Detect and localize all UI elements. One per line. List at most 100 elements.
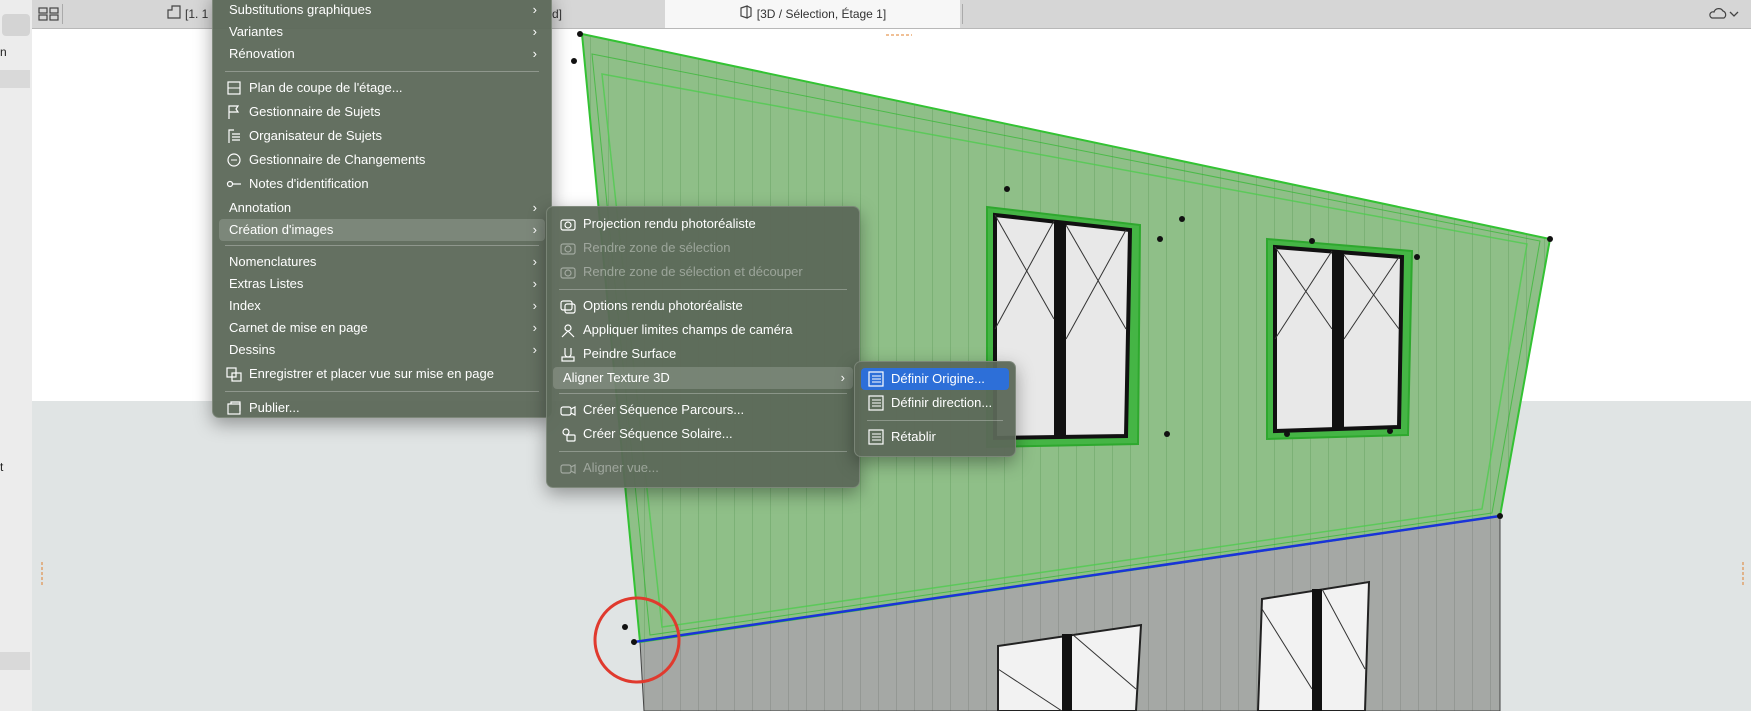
chevron-right-icon: › bbox=[532, 2, 537, 17]
menu-item-photorender-options[interactable]: Options rendu photoréaliste bbox=[553, 295, 853, 317]
menu-item-label: Création d'images bbox=[229, 222, 334, 237]
menu-item-label: Projection rendu photoréaliste bbox=[583, 216, 756, 231]
menu-item-floor-plan-cut[interactable]: Plan de coupe de l'étage... bbox=[219, 77, 545, 99]
menu-item-paint-surface[interactable]: Peindre Surface bbox=[553, 343, 853, 365]
menu-item-label: Peindre Surface bbox=[583, 346, 677, 361]
align-view-icon bbox=[560, 460, 576, 476]
menu-item-label: Définir direction... bbox=[891, 395, 993, 410]
menu-item-set-direction[interactable]: Définir direction... bbox=[861, 392, 1009, 414]
menu-item-layout-book[interactable]: Carnet de mise en page › bbox=[219, 317, 545, 339]
left-toolbox-strip: n t bbox=[0, 0, 33, 711]
floor-plan-icon bbox=[167, 1, 181, 29]
chevron-right-icon: › bbox=[532, 276, 537, 291]
align-texture-submenu: Définir Origine... Définir direction... … bbox=[854, 361, 1016, 457]
menu-separator bbox=[225, 391, 539, 392]
image-creation-submenu: Projection rendu photoréaliste Rendre zo… bbox=[546, 206, 860, 488]
menu-item-image-creation[interactable]: Création d'images › bbox=[219, 219, 545, 241]
menu-item-label: Notes d'identification bbox=[249, 176, 369, 191]
menu-item-reset[interactable]: Rétablir bbox=[861, 426, 1009, 448]
menu-item-label: Rendre zone de sélection et découper bbox=[583, 264, 803, 279]
cloud-sync-icon[interactable] bbox=[1708, 6, 1746, 22]
chevron-right-icon: › bbox=[532, 254, 537, 269]
menu-item-walkthrough-sequence[interactable]: Créer Séquence Parcours... bbox=[553, 399, 853, 421]
document-menu: Substitutions graphiques › Variantes › Rén… bbox=[212, 0, 552, 418]
menu-item-label: Définir Origine... bbox=[891, 371, 985, 386]
texture-origin-icon bbox=[868, 371, 884, 387]
menu-separator bbox=[225, 245, 539, 246]
menu-item-design-options[interactable]: Variantes › bbox=[219, 21, 545, 43]
toolbox-row-highlight[interactable] bbox=[0, 70, 30, 88]
menu-item-render-selection: Rendre zone de sélection bbox=[553, 237, 853, 259]
menu-item-extra-lists[interactable]: Extras Listes › bbox=[219, 273, 545, 295]
toolbox-row-highlight[interactable] bbox=[0, 652, 30, 670]
menu-item-schedules[interactable]: Nomenclatures › bbox=[219, 251, 545, 273]
menu-item-label: Aligner Texture 3D bbox=[563, 370, 670, 385]
walkthrough-icon bbox=[560, 402, 576, 418]
publish-icon bbox=[226, 400, 242, 416]
menu-item-label: Rénovation bbox=[229, 46, 295, 61]
3d-window-icon bbox=[739, 1, 753, 29]
menu-item-issue-manager[interactable]: Gestionnaire de Sujets bbox=[219, 101, 545, 123]
texture-reset-icon bbox=[868, 429, 884, 445]
menu-item-change-manager[interactable]: Gestionnaire de Changements bbox=[219, 149, 545, 171]
toolbox-label-fragment: n bbox=[0, 45, 7, 59]
chevron-right-icon: › bbox=[532, 298, 537, 313]
menu-separator bbox=[867, 420, 1003, 421]
menu-item-label: Substitutions graphiques bbox=[229, 2, 372, 17]
menu-item-index[interactable]: Index › bbox=[219, 295, 545, 317]
chevron-right-icon: › bbox=[532, 200, 537, 215]
chevron-right-icon: › bbox=[532, 46, 537, 61]
upper-window[interactable] bbox=[1266, 237, 1414, 441]
menu-item-label: Extras Listes bbox=[229, 276, 304, 291]
chevron-right-icon: › bbox=[840, 370, 845, 385]
menu-item-label: Carnet de mise en page bbox=[229, 320, 368, 335]
menu-item-label: Variantes bbox=[229, 24, 283, 39]
menu-item-label: Index bbox=[229, 298, 261, 313]
menu-item-id-notes[interactable]: Notes d'identification bbox=[219, 173, 545, 195]
camera-icon bbox=[560, 216, 576, 232]
paint-icon bbox=[560, 346, 576, 362]
chevron-right-icon: › bbox=[532, 222, 537, 237]
lower-window[interactable] bbox=[1256, 580, 1371, 711]
menu-item-set-origin[interactable]: Définir Origine... bbox=[861, 368, 1009, 390]
menu-item-photorender-projection[interactable]: Projection rendu photoréaliste bbox=[553, 213, 853, 235]
menu-item-label: Options rendu photoréaliste bbox=[583, 298, 743, 313]
id-note-icon bbox=[226, 176, 242, 192]
tab-3d-selection[interactable]: [3D / Sélection, Étage 1] bbox=[665, 0, 960, 28]
menu-item-annotation[interactable]: Annotation › bbox=[219, 197, 545, 219]
texture-direction-icon bbox=[868, 395, 884, 411]
toolbox-button[interactable] bbox=[2, 14, 30, 36]
menu-item-label: Nomenclatures bbox=[229, 254, 317, 269]
menu-separator bbox=[225, 71, 539, 72]
menu-item-publish[interactable]: Publier... bbox=[219, 397, 545, 419]
menu-item-label: Publier... bbox=[249, 400, 300, 415]
menu-separator bbox=[559, 289, 847, 290]
menu-item-align-3d-texture[interactable]: Aligner Texture 3D › bbox=[553, 367, 853, 389]
menu-item-sun-study-sequence[interactable]: Créer Séquence Solaire... bbox=[553, 423, 853, 445]
menu-item-label: Aligner vue... bbox=[583, 460, 659, 475]
menu-item-save-place-view[interactable]: Enregistrer et placer vue sur mise en pa… bbox=[219, 363, 545, 385]
menu-item-label: Gestionnaire de Sujets bbox=[249, 104, 381, 119]
toolbox-label-fragment: t bbox=[0, 460, 4, 474]
menu-item-render-selection-crop: Rendre zone de sélection et découper bbox=[553, 261, 853, 283]
chevron-right-icon: › bbox=[532, 24, 537, 39]
menu-item-label: Annotation bbox=[229, 200, 292, 215]
menu-item-align-view: Aligner vue... bbox=[553, 457, 853, 479]
menu-item-renovation[interactable]: Rénovation › bbox=[219, 43, 545, 65]
menu-item-drawings[interactable]: Dessins › bbox=[219, 339, 545, 361]
menu-item-label: Gestionnaire de Changements bbox=[249, 152, 426, 167]
menu-item-issue-organizer[interactable]: Organisateur de Sujets bbox=[219, 125, 545, 147]
tab-floor-plan-label: [1. 1 bbox=[185, 7, 209, 21]
tab-3d-selection-label: [3D / Sélection, Étage 1] bbox=[756, 7, 887, 21]
tab-divider bbox=[62, 4, 63, 24]
menu-item-camera-limits[interactable]: Appliquer limites champs de caméra bbox=[553, 319, 853, 341]
menu-item-label: Appliquer limites champs de caméra bbox=[583, 322, 793, 337]
render-options-icon bbox=[560, 298, 576, 314]
grid-view-icon[interactable] bbox=[38, 6, 60, 22]
tab-divider bbox=[962, 4, 963, 24]
camera-crop-icon bbox=[560, 264, 576, 280]
menu-item-label: Rendre zone de sélection bbox=[583, 240, 731, 255]
chevron-right-icon: › bbox=[532, 342, 537, 357]
menu-item-graphic-overrides[interactable]: Substitutions graphiques › bbox=[219, 0, 545, 21]
organizer-icon bbox=[226, 128, 242, 144]
